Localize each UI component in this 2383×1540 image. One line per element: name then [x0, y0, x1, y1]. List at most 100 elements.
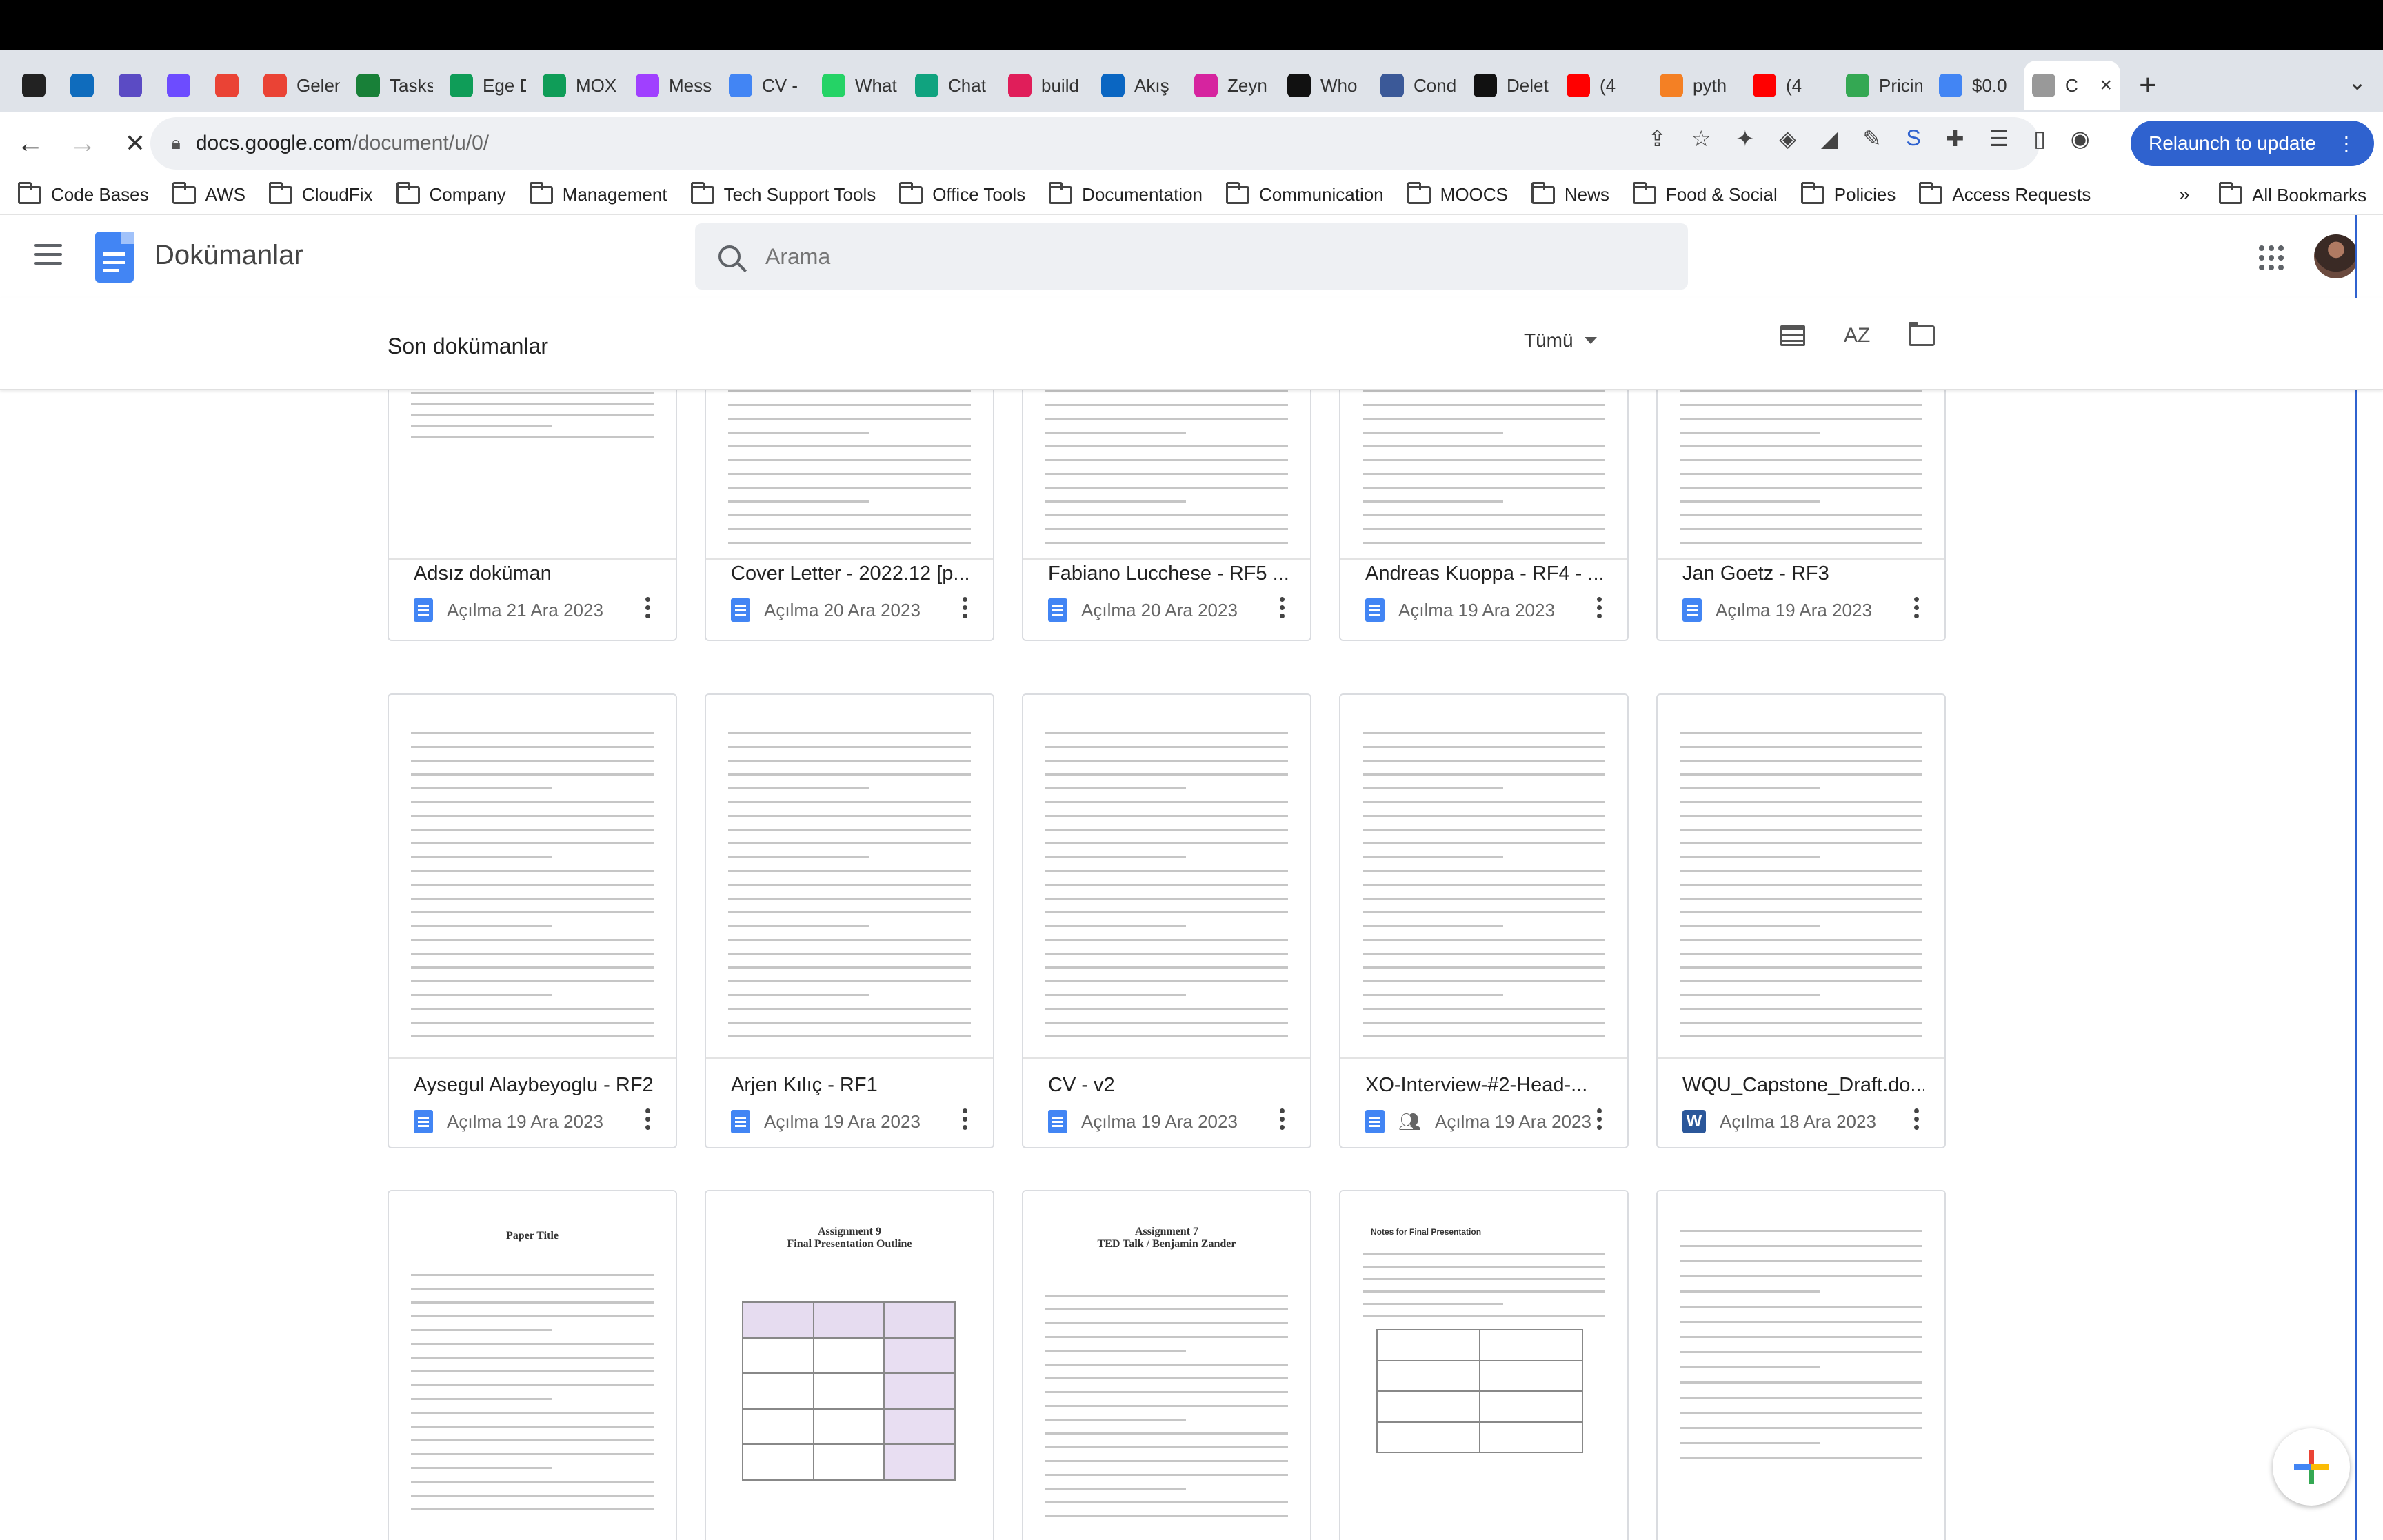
browser-tab[interactable]: Gelen — [255, 61, 348, 110]
extension-ai-icon[interactable]: ✦ — [1736, 125, 1755, 152]
document-card[interactable]: Notes for Final Presentation — [1339, 1190, 1629, 1540]
sort-az-icon[interactable]: AZ — [1844, 324, 1870, 347]
more-bookmarks-chevron-icon[interactable]: » — [2179, 183, 2190, 205]
browser-tab[interactable] — [207, 61, 255, 110]
bookmark-folder[interactable]: Food & Social — [1632, 181, 1778, 205]
document-card[interactable]: Cover Letter - 2022.12 [p... Açılma 20 Ar… — [705, 390, 994, 641]
owner-filter-dropdown[interactable]: Tümü — [1524, 330, 1597, 352]
bookmark-folder[interactable]: CloudFix — [268, 181, 373, 205]
document-card[interactable]: Assignment 7 TED Talk / Benjamin Zander — [1022, 1190, 1311, 1540]
bookmark-folder[interactable]: Office Tools — [899, 181, 1025, 205]
more-options-icon[interactable] — [645, 597, 651, 622]
browser-tab[interactable] — [159, 61, 207, 110]
bookmark-folder[interactable]: Communication — [1226, 181, 1384, 205]
document-card[interactable]: Adsız doküman Açılma 21 Ara 2023 — [388, 390, 677, 641]
bookmark-folder[interactable]: Company — [396, 181, 506, 205]
all-bookmarks-button[interactable]: All Bookmarks — [2219, 175, 2366, 215]
browser-tab[interactable]: CV - — [721, 61, 814, 110]
more-options-icon[interactable] — [963, 597, 968, 622]
account-avatar[interactable] — [2314, 234, 2358, 278]
bookmark-folder[interactable]: Access Requests — [1919, 181, 2091, 205]
tab-search-chevron-icon[interactable]: ⌄ — [2348, 69, 2366, 95]
close-tab-icon[interactable]: × — [2100, 74, 2112, 97]
browser-tab[interactable]: Delet — [1465, 61, 1558, 110]
bookmark-folder[interactable]: Management — [529, 181, 667, 205]
google-apps-icon[interactable] — [2259, 245, 2284, 270]
extension-s-icon[interactable]: S — [1906, 125, 1920, 152]
search-bar[interactable] — [695, 223, 1688, 290]
browser-tab[interactable]: $0.0 — [1931, 61, 2024, 110]
browser-tab[interactable]: Ege D — [441, 61, 534, 110]
more-options-icon[interactable] — [1280, 597, 1285, 622]
browser-tab[interactable]: (4 — [1558, 61, 1651, 110]
extension-pen-icon[interactable]: ✎ — [1863, 125, 1882, 152]
app-title[interactable]: Dokümanlar — [154, 240, 303, 271]
side-panel-icon[interactable]: ▯ — [2033, 125, 2046, 152]
document-card[interactable]: Aysegul Alaybeyoglu - RF2 Açılma 19 Ara 2… — [388, 693, 677, 1148]
browser-tab[interactable]: Mess — [627, 61, 721, 110]
browser-tab[interactable]: Who — [1279, 61, 1372, 110]
document-card[interactable]: Assignment 9 Final Presentation Outline — [705, 1190, 994, 1540]
browser-tab[interactable]: build — [1000, 61, 1093, 110]
extensions-puzzle-icon[interactable]: ✚ — [1946, 125, 1964, 152]
browser-tab[interactable] — [14, 61, 62, 110]
forward-button[interactable]: → — [57, 128, 109, 159]
more-options-icon[interactable] — [1597, 597, 1602, 622]
share-icon[interactable]: ⇪ — [1648, 125, 1667, 152]
relaunch-button[interactable]: Relaunch to update ⋮ — [2131, 121, 2374, 166]
browser-tab[interactable]: Tasks — [348, 61, 441, 110]
more-options-icon[interactable] — [1280, 1108, 1285, 1133]
bookmark-folder[interactable]: Tech Support Tools — [690, 181, 876, 205]
browser-tab[interactable]: Zeyn — [1186, 61, 1279, 110]
more-options-icon[interactable] — [1597, 1108, 1602, 1133]
bookmark-folder[interactable]: MOOCS — [1407, 181, 1508, 205]
document-card[interactable] — [1656, 1190, 1946, 1540]
browser-tab[interactable]: C × — [2024, 61, 2120, 110]
document-card[interactable]: CV - v2 Açılma 19 Ara 2023 — [1022, 693, 1311, 1148]
open-file-picker-icon[interactable] — [1909, 322, 1935, 346]
site-info-icon[interactable]: 🔒︎ — [171, 132, 181, 154]
browser-tab[interactable]: pyth — [1651, 61, 1744, 110]
browser-tab[interactable]: What — [814, 61, 907, 110]
bookmark-folder[interactable]: Documentation — [1049, 181, 1203, 205]
search-input[interactable] — [765, 243, 1593, 270]
bookmark-folder[interactable]: News — [1531, 181, 1609, 205]
document-card[interactable]: Andreas Kuoppa - RF4 - ... Açılma 19 Ara … — [1339, 390, 1629, 641]
more-options-icon[interactable] — [963, 1108, 968, 1133]
thumbnail-text-line — [1045, 1474, 1288, 1476]
list-view-icon[interactable] — [1780, 325, 1805, 346]
extension-brave-icon[interactable]: ◈ — [1779, 125, 1796, 152]
browser-tab[interactable]: Akış — [1093, 61, 1186, 110]
more-options-icon[interactable] — [645, 1108, 651, 1133]
main-menu-icon[interactable] — [34, 244, 62, 271]
reading-list-icon[interactable]: ☰ — [1989, 125, 2009, 152]
browser-tab[interactable]: Pricin — [1838, 61, 1931, 110]
document-card[interactable]: XO-Interview-#2-Head-... 👥︎ Açılma 19 Ara … — [1339, 693, 1629, 1148]
new-document-button[interactable] — [2273, 1428, 2350, 1506]
more-options-icon[interactable] — [1914, 1108, 1920, 1133]
document-card[interactable]: Jan Goetz - RF3 Açılma 19 Ara 2023 — [1656, 390, 1946, 641]
bookmark-star-icon[interactable]: ☆ — [1691, 125, 1711, 152]
page-scrollbar[interactable] — [2355, 215, 2383, 1540]
new-tab-button[interactable]: + — [2120, 68, 2175, 103]
browser-tab[interactable] — [62, 61, 110, 110]
search-icon[interactable] — [718, 245, 741, 267]
document-card[interactable]: Paper Title — [388, 1190, 677, 1540]
url-text[interactable]: docs.google.com/document/u/0/ — [196, 132, 489, 155]
more-options-icon[interactable] — [1914, 597, 1920, 622]
docs-logo-icon[interactable] — [95, 232, 134, 283]
back-button[interactable]: ← — [4, 128, 57, 159]
document-card[interactable]: Fabiano Lucchese - RF5 ... Açılma 20 Ara … — [1022, 390, 1311, 641]
extension-dark-icon[interactable]: ◢ — [1821, 125, 1838, 152]
browser-tab[interactable]: Cond — [1372, 61, 1465, 110]
browser-tab[interactable] — [110, 61, 159, 110]
bookmark-folder[interactable]: AWS — [172, 181, 245, 205]
bookmark-folder[interactable]: Policies — [1800, 181, 1896, 205]
document-card[interactable]: WQU_Capstone_Draft.do... W Açılma 18 Ara 2… — [1656, 693, 1946, 1148]
browser-tab[interactable]: Chat — [907, 61, 1000, 110]
bookmark-folder[interactable]: Code Bases — [18, 181, 149, 205]
browser-tab[interactable]: MOX — [534, 61, 627, 110]
document-card[interactable]: Arjen Kılıç - RF1 Açılma 19 Ara 2023 — [705, 693, 994, 1148]
browser-tab[interactable]: (4 — [1744, 61, 1838, 110]
profile-avatar-icon[interactable]: ◉ — [2071, 125, 2090, 152]
